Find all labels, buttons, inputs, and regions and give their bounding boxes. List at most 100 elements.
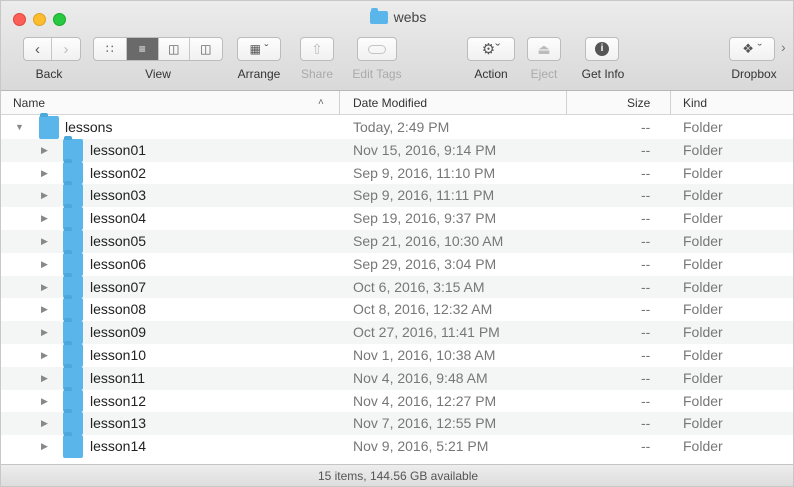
list-view-icon[interactable]: ≡ (126, 38, 159, 60)
list-item[interactable]: ▶ lesson09 Oct 27, 2016, 11:41 PM -- Fol… (1, 318, 793, 344)
item-date: Sep 21, 2016, 10:30 AM (353, 233, 504, 249)
item-size: -- (641, 233, 651, 249)
tag-icon (368, 44, 386, 54)
list-item[interactable]: ▶ lesson03 Sep 9, 2016, 11:11 PM -- Fold… (1, 181, 793, 208)
arrange-button[interactable]: ▦ ˇ (237, 37, 281, 61)
disclosure-collapsed-icon[interactable]: ▶ (41, 253, 48, 276)
disclosure-collapsed-icon[interactable]: ▶ (41, 321, 48, 344)
disclosure-collapsed-icon[interactable]: ▶ (41, 139, 48, 162)
list-item[interactable]: ▶ lesson10 Nov 1, 2016, 10:38 AM -- Fold… (1, 341, 793, 367)
item-name: lesson10 (90, 347, 147, 363)
get-info-button[interactable]: i (585, 37, 619, 61)
toolbar-overflow-icon[interactable]: › (781, 39, 786, 55)
list-item[interactable]: ▶ lesson04 Sep 19, 2016, 9:37 PM -- Fold… (1, 204, 793, 230)
item-date: Oct 8, 2016, 12:32 AM (353, 301, 493, 318)
item-kind: Folder (683, 438, 723, 455)
eject-icon: ⏏ (537, 40, 551, 57)
item-size: -- (641, 369, 651, 386)
icon-view-icon[interactable]: ∷ (94, 38, 127, 60)
item-name: lesson08 (90, 301, 147, 318)
item-kind: Folder (683, 164, 723, 181)
dropbox-icon: ❖ ˇ (742, 41, 762, 56)
item-name: lessons (65, 119, 113, 135)
action-button[interactable]: ⚙ˇ (467, 37, 515, 61)
window-title-text: webs (393, 9, 427, 25)
disclosure-collapsed-icon[interactable]: ▶ (41, 412, 48, 435)
item-name: lesson03 (90, 187, 147, 204)
cover-flow-icon[interactable]: ◫ (190, 38, 222, 60)
disclosure-collapsed-icon[interactable]: ▶ (41, 344, 48, 367)
item-kind: Folder (683, 233, 723, 249)
list-item[interactable]: ▶ lesson02 Sep 9, 2016, 11:10 PM -- Fold… (1, 158, 793, 185)
disclosure-expanded-icon[interactable]: ▼ (15, 116, 24, 139)
folder-icon (39, 113, 59, 139)
disclosure-collapsed-icon[interactable]: ▶ (41, 207, 48, 230)
column-view-icon[interactable]: ◫ (159, 38, 190, 60)
share-icon: ⇧ (311, 40, 323, 57)
edit-tags-button[interactable] (357, 37, 397, 61)
list-item[interactable]: ▶ lesson11 Nov 4, 2016, 9:48 AM -- Folde… (1, 363, 793, 390)
eject-button[interactable]: ⏏ (527, 37, 561, 61)
disclosure-collapsed-icon[interactable]: ▶ (41, 435, 48, 458)
file-list: ▼ lessons Today, 2:49 PM -- Folder ▶ les… (1, 113, 793, 464)
back-icon[interactable]: ‹ (24, 38, 53, 60)
back-forward-control: ‹ › (23, 37, 81, 61)
item-kind: Folder (683, 210, 723, 227)
disclosure-collapsed-icon[interactable]: ▶ (41, 276, 48, 299)
item-size: -- (641, 210, 651, 227)
item-name: lesson02 (90, 164, 147, 181)
item-kind: Folder (683, 255, 723, 272)
item-name: lesson06 (90, 255, 147, 272)
list-item[interactable]: ▶ lesson14 Nov 9, 2016, 5:21 PM -- Folde… (1, 432, 793, 458)
item-size: -- (641, 438, 651, 455)
item-date: Nov 1, 2016, 10:38 AM (353, 347, 496, 363)
item-name: lesson07 (90, 278, 147, 295)
disclosure-collapsed-icon[interactable]: ▶ (41, 390, 48, 413)
column-divider[interactable] (339, 91, 340, 115)
list-item[interactable]: ▶ lesson12 Nov 4, 2016, 12:27 PM -- Fold… (1, 386, 793, 413)
item-name: lesson09 (90, 324, 147, 341)
column-divider[interactable] (566, 91, 567, 115)
arrange-label: Arrange (237, 67, 281, 81)
item-date: Oct 6, 2016, 3:15 AM (353, 278, 485, 295)
disclosure-collapsed-icon[interactable]: ▶ (41, 230, 48, 253)
column-size[interactable]: Size (627, 91, 650, 115)
column-name[interactable]: Name (13, 91, 45, 115)
sort-ascending-icon[interactable]: ˄ (318, 91, 324, 115)
item-name: lesson13 (90, 415, 147, 432)
item-date: Oct 27, 2016, 11:41 PM (353, 324, 500, 341)
item-size: -- (641, 347, 651, 363)
list-item[interactable]: ▶ lesson01 Nov 15, 2016, 9:14 PM -- Fold… (1, 135, 793, 162)
disclosure-collapsed-icon[interactable]: ▶ (41, 298, 48, 321)
item-date: Nov 15, 2016, 9:14 PM (353, 141, 497, 158)
share-button[interactable]: ⇧ (300, 37, 334, 61)
list-item[interactable]: ▼ lessons Today, 2:49 PM -- Folder (1, 113, 793, 139)
disclosure-collapsed-icon[interactable]: ▶ (41, 184, 48, 207)
item-size: -- (641, 255, 651, 272)
item-size: -- (641, 164, 651, 181)
item-size: -- (641, 415, 651, 432)
list-item[interactable]: ▶ lesson06 Sep 29, 2016, 3:04 PM -- Fold… (1, 249, 793, 276)
get-info-label: Get Info (581, 67, 625, 81)
disclosure-collapsed-icon[interactable]: ▶ (41, 162, 48, 185)
status-text: 15 items, 144.56 GB available (317, 469, 479, 483)
folder-icon (63, 432, 83, 458)
item-name: lesson12 (90, 392, 147, 409)
list-item[interactable]: ▶ lesson07 Oct 6, 2016, 3:15 AM -- Folde… (1, 272, 793, 299)
disclosure-collapsed-icon[interactable]: ▶ (41, 367, 48, 390)
item-date: Sep 9, 2016, 11:10 PM (353, 164, 496, 181)
status-bar: 15 items, 144.56 GB available (1, 464, 793, 486)
column-divider[interactable] (670, 91, 671, 115)
item-date: Nov 4, 2016, 9:48 AM (353, 369, 488, 386)
item-kind: Folder (683, 347, 723, 363)
column-date-modified[interactable]: Date Modified (353, 91, 427, 115)
forward-icon[interactable]: › (52, 38, 80, 60)
item-size: -- (641, 187, 651, 204)
item-size: -- (641, 119, 651, 135)
list-item[interactable]: ▶ lesson13 Nov 7, 2016, 12:55 PM -- Fold… (1, 409, 793, 436)
dropbox-button[interactable]: ❖ ˇ (729, 37, 775, 61)
list-item[interactable]: ▶ lesson05 Sep 21, 2016, 10:30 AM -- Fol… (1, 227, 793, 253)
item-name: lesson14 (90, 438, 147, 455)
column-kind[interactable]: Kind (683, 91, 707, 115)
list-item[interactable]: ▶ lesson08 Oct 8, 2016, 12:32 AM -- Fold… (1, 295, 793, 322)
